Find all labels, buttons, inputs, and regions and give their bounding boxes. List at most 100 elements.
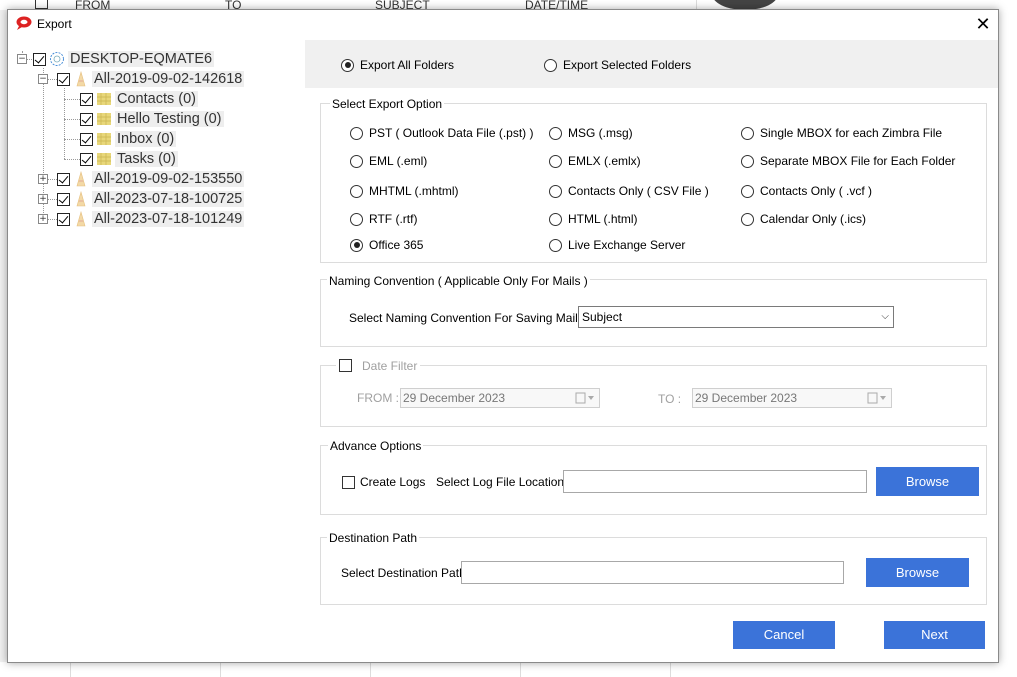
format-contacts-csv-radio[interactable]: Contacts Only ( CSV File ) [549, 184, 709, 198]
account-checkbox[interactable] [57, 212, 70, 226]
folder-checkbox[interactable] [80, 152, 93, 166]
calendar-dropdown-icon [867, 392, 886, 404]
tree-folder-node[interactable]: Hello Testing (0) [80, 110, 224, 128]
close-button[interactable]: ✕ [968, 10, 998, 38]
from-date-picker[interactable]: 29 December 2023 [400, 388, 600, 408]
expand-toggle-account-4[interactable]: + [38, 214, 48, 224]
radio-indicator[interactable] [549, 154, 562, 168]
expand-toggle-account-3[interactable]: + [38, 194, 48, 204]
tree-account-node[interactable]: All-2019-09-02-142618 [57, 70, 245, 88]
date-filter-label: Date Filter [362, 359, 418, 373]
folder-label: Inbox (0) [115, 131, 177, 147]
folder-icon [97, 113, 111, 125]
account-label: All-2019-09-02-142618 [92, 71, 245, 87]
format-mhtml-radio[interactable]: MHTML (.mhtml) [350, 184, 459, 198]
radio-indicator[interactable] [544, 58, 557, 72]
cancel-button[interactable]: Cancel [733, 621, 835, 649]
format-rtf-radio[interactable]: RTF (.rtf) [350, 212, 417, 226]
format-separate-mbox-label: Separate MBOX File for Each Folder [760, 154, 956, 168]
radio-indicator[interactable] [350, 126, 363, 140]
tree-folder-node[interactable]: Contacts (0) [80, 90, 198, 108]
format-live-exchange-radio[interactable]: Live Exchange Server [549, 238, 685, 252]
tree-account-node[interactable]: All-2019-09-02-153550 [57, 170, 245, 188]
tree-account-node[interactable]: All-2023-07-18-101249 [57, 210, 245, 228]
advance-options-title: Advance Options [328, 439, 424, 453]
create-logs-label: Create Logs [360, 475, 426, 489]
computer-globe-icon [50, 52, 64, 66]
radio-indicator[interactable] [549, 184, 562, 198]
naming-convention-dropdown[interactable]: Subject ⌵ [578, 306, 894, 328]
folder-icon [97, 93, 111, 105]
tree-root-node[interactable]: DESKTOP-EQMATE6 [33, 50, 215, 68]
tree-account-node[interactable]: All-2023-07-18-100725 [57, 190, 245, 208]
account-label: All-2019-09-02-153550 [92, 171, 245, 187]
destination-browse-button[interactable]: Browse [866, 558, 969, 587]
background-divider [70, 662, 71, 677]
tree-line [64, 119, 80, 120]
export-all-folders-radio[interactable]: Export All Folders [341, 58, 454, 72]
tree-folder-node[interactable]: Inbox (0) [80, 130, 177, 148]
log-location-input[interactable] [563, 470, 867, 493]
tree-root-checkbox[interactable] [33, 52, 46, 66]
radio-indicator[interactable] [341, 58, 354, 72]
format-contacts-vcf-radio[interactable]: Contacts Only ( .vcf ) [741, 184, 872, 198]
background-divider [220, 662, 221, 677]
expand-toggle-account-2[interactable]: + [38, 174, 48, 184]
log-browse-button[interactable]: Browse [876, 467, 979, 496]
format-calendar-ics-radio[interactable]: Calendar Only (.ics) [741, 212, 866, 226]
naming-convention-label: Select Naming Convention For Saving Mail… [349, 311, 584, 325]
folder-label: Tasks (0) [115, 151, 178, 167]
next-button[interactable]: Next [884, 621, 985, 649]
format-pst-radio[interactable]: PST ( Outlook Data File (.pst) ) [350, 126, 534, 140]
format-msg-radio[interactable]: MSG (.msg) [549, 126, 633, 140]
account-checkbox[interactable] [57, 172, 70, 186]
mail-account-icon [76, 71, 86, 87]
radio-indicator[interactable] [741, 126, 754, 140]
collapse-toggle-account-1[interactable]: − [38, 74, 48, 84]
folder-icon [97, 153, 111, 165]
account-checkbox[interactable] [57, 72, 70, 86]
date-filter-checkbox[interactable] [339, 359, 352, 372]
to-date-picker[interactable]: 29 December 2023 [692, 388, 892, 408]
export-selected-folders-radio[interactable]: Export Selected Folders [544, 58, 691, 72]
collapse-toggle-root[interactable]: − [17, 54, 27, 64]
folder-checkbox[interactable] [80, 132, 93, 146]
format-emlx-label: EMLX (.emlx) [568, 154, 641, 168]
background-list-bottom [0, 662, 700, 677]
tree-line [64, 99, 80, 100]
format-html-radio[interactable]: HTML (.html) [549, 212, 638, 226]
folder-checkbox[interactable] [80, 92, 93, 106]
radio-indicator[interactable] [741, 184, 754, 198]
format-eml-radio[interactable]: EML (.eml) [350, 154, 427, 168]
tree-root-label: DESKTOP-EQMATE6 [68, 51, 215, 67]
format-office365-radio[interactable]: Office 365 [350, 238, 423, 252]
format-live-exchange-label: Live Exchange Server [568, 238, 686, 252]
account-checkbox[interactable] [57, 192, 70, 206]
mail-account-icon [76, 171, 86, 187]
format-emlx-radio[interactable]: EMLX (.emlx) [549, 154, 641, 168]
to-date-value: 29 December 2023 [695, 391, 798, 405]
radio-indicator[interactable] [549, 212, 562, 226]
radio-indicator[interactable] [350, 212, 363, 226]
format-single-mbox-label: Single MBOX for each Zimbra File [760, 126, 943, 140]
radio-indicator[interactable] [350, 154, 363, 168]
create-logs-checkbox[interactable] [342, 476, 355, 489]
format-separate-mbox-radio[interactable]: Separate MBOX File for Each Folder [741, 154, 955, 168]
background-divider [520, 662, 521, 677]
radio-indicator[interactable] [741, 212, 754, 226]
tree-folder-node[interactable]: Tasks (0) [80, 150, 178, 168]
radio-indicator[interactable] [549, 238, 562, 252]
mail-account-icon [76, 211, 86, 227]
account-label: All-2023-07-18-100725 [92, 191, 245, 207]
radio-indicator[interactable] [350, 184, 363, 198]
radio-indicator[interactable] [741, 154, 754, 168]
app-logo-icon [16, 16, 32, 30]
destination-path-title: Destination Path [327, 531, 420, 545]
format-contacts-csv-label: Contacts Only ( CSV File ) [568, 184, 709, 198]
folder-checkbox[interactable] [80, 112, 93, 126]
destination-path-input[interactable] [461, 561, 844, 584]
radio-indicator[interactable] [549, 126, 562, 140]
format-single-mbox-radio[interactable]: Single MBOX for each Zimbra File [741, 126, 942, 140]
radio-indicator[interactable] [350, 238, 363, 252]
folder-icon [97, 133, 111, 145]
